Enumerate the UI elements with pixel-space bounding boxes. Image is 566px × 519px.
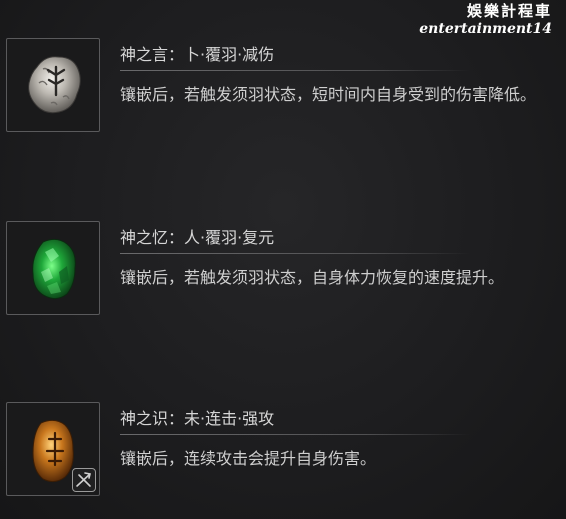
watermark-chinese: 娛樂計程車 xyxy=(466,2,552,20)
equipped-badge xyxy=(72,468,96,492)
title-divider xyxy=(120,434,470,435)
item-description: 镶嵌后，若触发须羽状态，自身体力恢复的速度提升。 xyxy=(120,268,505,287)
item-title: 神之忆：人·覆羽·复元 xyxy=(120,228,275,247)
title-divider xyxy=(120,70,470,71)
item-description: 镶嵌后，连续攻击会提升自身伤害。 xyxy=(120,449,377,468)
green-jade-stone-icon xyxy=(32,238,76,300)
item-icon-frame[interactable] xyxy=(6,221,100,315)
item-title: 神之识：未·连击·强攻 xyxy=(120,409,275,428)
item-description: 镶嵌后，若触发须羽状态，短时间内自身受到的伤害降低。 xyxy=(120,85,537,104)
watermark-english: entertainment14 xyxy=(419,20,552,37)
item-title: 神之言：卜·覆羽·减伤 xyxy=(120,45,275,64)
crossed-weapons-icon xyxy=(76,472,91,487)
item-icon-frame[interactable] xyxy=(6,402,100,496)
item-icon-frame[interactable] xyxy=(6,38,100,132)
title-divider xyxy=(120,253,470,254)
silver-rune-stone-icon xyxy=(28,56,81,114)
watermark: 娛樂計程車 entertainment14 xyxy=(419,2,552,37)
